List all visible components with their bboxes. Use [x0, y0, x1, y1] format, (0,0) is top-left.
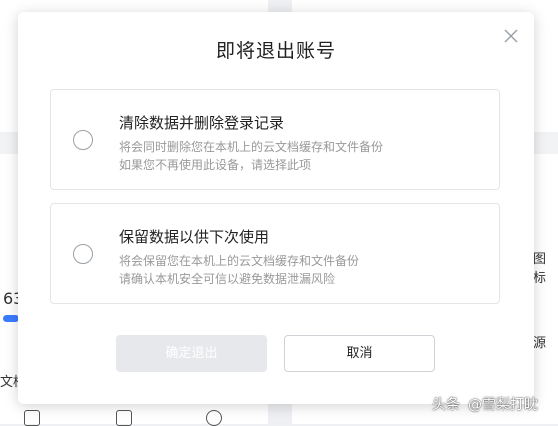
cancel-button[interactable]: 取消 [284, 335, 435, 372]
option-clear-data-desc-2: 如果您不再使用此设备，请选择此项 [119, 158, 312, 172]
option-keep-data[interactable]: 保留数据以供下次使用 将会保留您在本机上的云文档缓存和文件备份 请确认本机安全可… [50, 203, 500, 304]
radio-keep-data[interactable] [73, 244, 93, 264]
option-clear-data[interactable]: 清除数据并删除登录记录 将会同时删除您在本机上的云文档缓存和文件备份 如果您不再… [50, 89, 500, 190]
option-clear-data-title: 清除数据并删除登录记录 [119, 114, 285, 132]
background-right-label-2: 源 [533, 336, 547, 351]
option-keep-data-desc-1: 将会保留您在本机上的云文档缓存和文件备份 [119, 254, 360, 268]
watermark-text-2: @雪梨打眈 [468, 397, 538, 413]
option-keep-data-desc-2: 请确认本机安全可信以避免数据泄漏风险 [119, 272, 336, 286]
background-progress-bar [3, 315, 19, 322]
confirm-logout-button[interactable]: 确定退出 [116, 335, 267, 372]
watermark: 头条 @雪梨打眈 [432, 394, 538, 414]
option-clear-data-desc-1: 将会同时删除您在本机上的云文档缓存和文件备份 [119, 140, 384, 154]
option-keep-data-title: 保留数据以供下次使用 [119, 228, 270, 246]
radio-clear-data[interactable] [73, 130, 93, 150]
dialog-title: 即将退出账号 [215, 40, 336, 62]
close-icon[interactable] [502, 27, 520, 45]
watermark-text-1: 头条 [432, 397, 460, 413]
logout-dialog: 即将退出账号 清除数据并删除登录记录 将会同时删除您在本机上的云文档缓存和文件备… [18, 12, 534, 404]
background-right-label-1: 图标 [533, 252, 547, 286]
